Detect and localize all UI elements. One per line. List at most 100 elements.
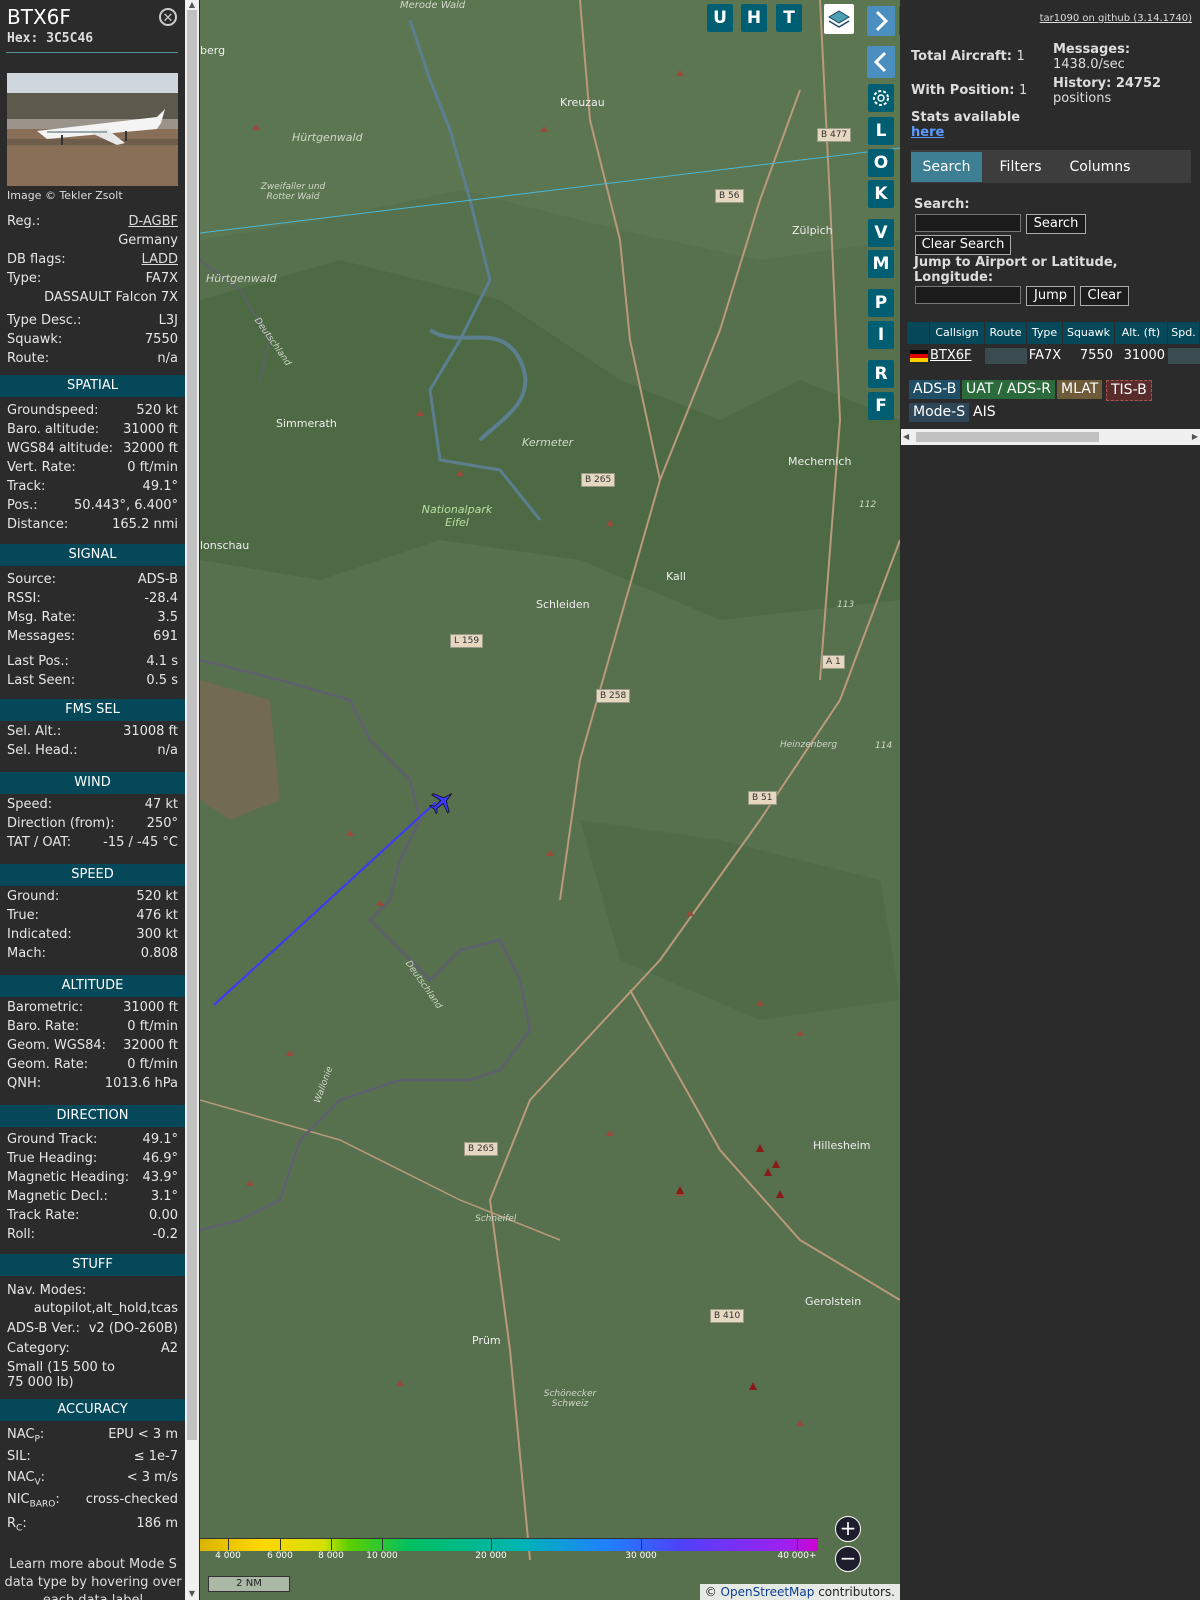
- altitude-row: Geom. Rate: 0 ft/min: [7, 1057, 178, 1072]
- github-link[interactable]: tar1090 on github (3.14.1740): [1040, 13, 1192, 24]
- road-b265-2: B 265: [464, 1142, 499, 1156]
- fms-row: Sel. Head.: n/a: [7, 743, 178, 758]
- altitude-row: Baro. Rate: 0 ft/min: [7, 1019, 178, 1034]
- zoom-in-button[interactable]: +: [835, 1516, 861, 1542]
- with-position: With Position: 1: [911, 83, 1028, 98]
- zoom-out-button[interactable]: −: [835, 1546, 861, 1572]
- place-heinzenberg: Heinzenberg: [780, 740, 838, 750]
- jump-input[interactable]: [915, 286, 1021, 304]
- section-accuracy: ACCURACY: [0, 1399, 185, 1421]
- map-attribution: © OpenStreetMap contributors.: [699, 1584, 900, 1600]
- legend-mlat: MLAT: [1057, 380, 1103, 399]
- column-squawk[interactable]: Squawk: [1063, 322, 1115, 344]
- button-r[interactable]: R: [868, 360, 894, 388]
- nacv-row: NACV: < 3 m/s: [7, 1470, 178, 1488]
- altitude-tick-label: 6 000: [267, 1551, 293, 1561]
- button-p[interactable]: P: [868, 289, 894, 317]
- search-label: Search:: [914, 197, 970, 212]
- road-114: 114: [875, 741, 893, 751]
- clear-button[interactable]: Clear: [1080, 286, 1129, 306]
- road-b258: B 258: [596, 689, 631, 703]
- layers-icon[interactable]: [824, 4, 854, 34]
- button-u[interactable]: U: [707, 4, 733, 32]
- jump-button[interactable]: Jump: [1026, 286, 1075, 306]
- tab-search[interactable]: Search: [911, 152, 982, 182]
- info-scrollbar[interactable]: ▲ ▼: [185, 0, 199, 1600]
- scroll-left-icon[interactable]: ◀: [903, 432, 909, 441]
- place-hillesheim: Hillesheim: [813, 1139, 871, 1152]
- altitude-tick-label: 40 000+: [777, 1551, 817, 1561]
- spatial-row: Distance: 165.2 nmi: [7, 517, 178, 532]
- map-view[interactable]: Merode Wald berg Kreuzau Hürtgenwald Zwe…: [200, 0, 900, 1600]
- settings-gear-icon[interactable]: [868, 84, 894, 112]
- row-callsign-link[interactable]: BTX6F: [930, 348, 972, 363]
- button-h[interactable]: H: [741, 4, 767, 32]
- registration-link[interactable]: D-AGBF: [128, 213, 178, 231]
- button-t[interactable]: T: [776, 4, 802, 32]
- column-type[interactable]: Type: [1027, 322, 1063, 344]
- table-row[interactable]: BTX6F FA7X 7550 31000: [907, 346, 1200, 366]
- scroll-right-icon[interactable]: ▶: [1192, 432, 1198, 441]
- scroll-up-icon[interactable]: ▲: [188, 1, 196, 9]
- tab-filters[interactable]: Filters: [988, 152, 1053, 182]
- legend-tisb: TIS-B: [1106, 380, 1152, 401]
- search-button[interactable]: Search: [1026, 214, 1086, 234]
- section-signal: SIGNAL: [0, 544, 185, 566]
- osm-link[interactable]: OpenStreetMap: [721, 1585, 815, 1599]
- column-speed[interactable]: Spd.: [1168, 322, 1200, 344]
- button-l[interactable]: L: [868, 117, 894, 145]
- altitude-legend: 4 000 6 000 8 000 10 000 20 000 30 000 40 000+: [200, 1538, 818, 1561]
- section-fms-sel: FMS SEL: [0, 699, 185, 721]
- signal-row: Source: ADS-B: [7, 572, 178, 587]
- place-monschau: lonschau: [200, 539, 250, 552]
- column-flag[interactable]: [907, 322, 930, 344]
- type-desc-row: Type Desc.: L3J: [7, 313, 178, 328]
- scrollbar-thumb[interactable]: [916, 432, 1099, 442]
- wind-row: Direction (from): 250°: [7, 816, 178, 831]
- spatial-row: Baro. altitude: 31000 ft: [7, 422, 178, 437]
- clear-search-button[interactable]: Clear Search: [915, 235, 1011, 255]
- info-scrollbar-thumb[interactable]: [187, 10, 197, 1440]
- aircraft-marker[interactable]: [428, 788, 456, 816]
- map-canvas: [200, 0, 900, 1561]
- section-wind: WIND: [0, 772, 185, 794]
- collapse-left-icon[interactable]: [867, 46, 895, 78]
- button-i[interactable]: I: [868, 321, 894, 349]
- total-aircraft: Total Aircraft: 1: [911, 49, 1025, 64]
- place-kreuzau: Kreuzau: [560, 96, 605, 109]
- button-v[interactable]: V: [868, 219, 894, 247]
- altitude-tick-label: 8 000: [318, 1551, 344, 1561]
- hex-code: Hex: 3C5C46: [7, 31, 94, 46]
- altitude-tick-label: 20 000: [475, 1551, 507, 1561]
- stats-link[interactable]: here: [911, 125, 944, 140]
- search-input[interactable]: [915, 214, 1021, 232]
- section-direction: DIRECTION: [0, 1105, 185, 1127]
- aircraft-photo[interactable]: [7, 73, 178, 186]
- table-horizontal-scrollbar[interactable]: ◀ ▶: [901, 429, 1200, 445]
- button-k[interactable]: K: [868, 180, 894, 208]
- signal-row: Msg. Rate: 3.5: [7, 610, 178, 625]
- nav-modes-value: autopilot,alt_hold,tcas: [33, 1301, 178, 1316]
- history-label: History: 24752: [1053, 76, 1162, 91]
- button-f[interactable]: F: [868, 392, 894, 420]
- place-kermeter: Kermeter: [522, 436, 574, 449]
- column-altitude[interactable]: Alt. (ft): [1115, 322, 1168, 344]
- altitude-tick-mark: [382, 1538, 383, 1550]
- close-icon[interactable]: ✕: [159, 8, 177, 26]
- wind-row: TAT / OAT: -15 / -45 °C: [7, 835, 178, 850]
- tab-columns[interactable]: Columns: [1058, 152, 1142, 182]
- expand-right-icon[interactable]: [867, 6, 895, 36]
- altitude-tick-label: 30 000: [625, 1551, 657, 1561]
- column-route[interactable]: Route: [985, 322, 1027, 344]
- column-callsign[interactable]: Callsign: [930, 322, 985, 344]
- scroll-down-icon[interactable]: ▼: [188, 1590, 196, 1598]
- row-squawk: 7550: [1079, 348, 1113, 363]
- road-112: 112: [859, 500, 877, 510]
- button-o[interactable]: O: [868, 149, 894, 177]
- altitude-tick-mark: [228, 1538, 229, 1550]
- messages-rate: 1438.0/sec: [1053, 57, 1125, 72]
- speed-row: Indicated: 300 kt: [7, 927, 178, 942]
- db-flags-link[interactable]: LADD: [142, 251, 178, 269]
- speed-row: Ground: 520 kt: [7, 889, 178, 904]
- button-m[interactable]: M: [868, 250, 894, 278]
